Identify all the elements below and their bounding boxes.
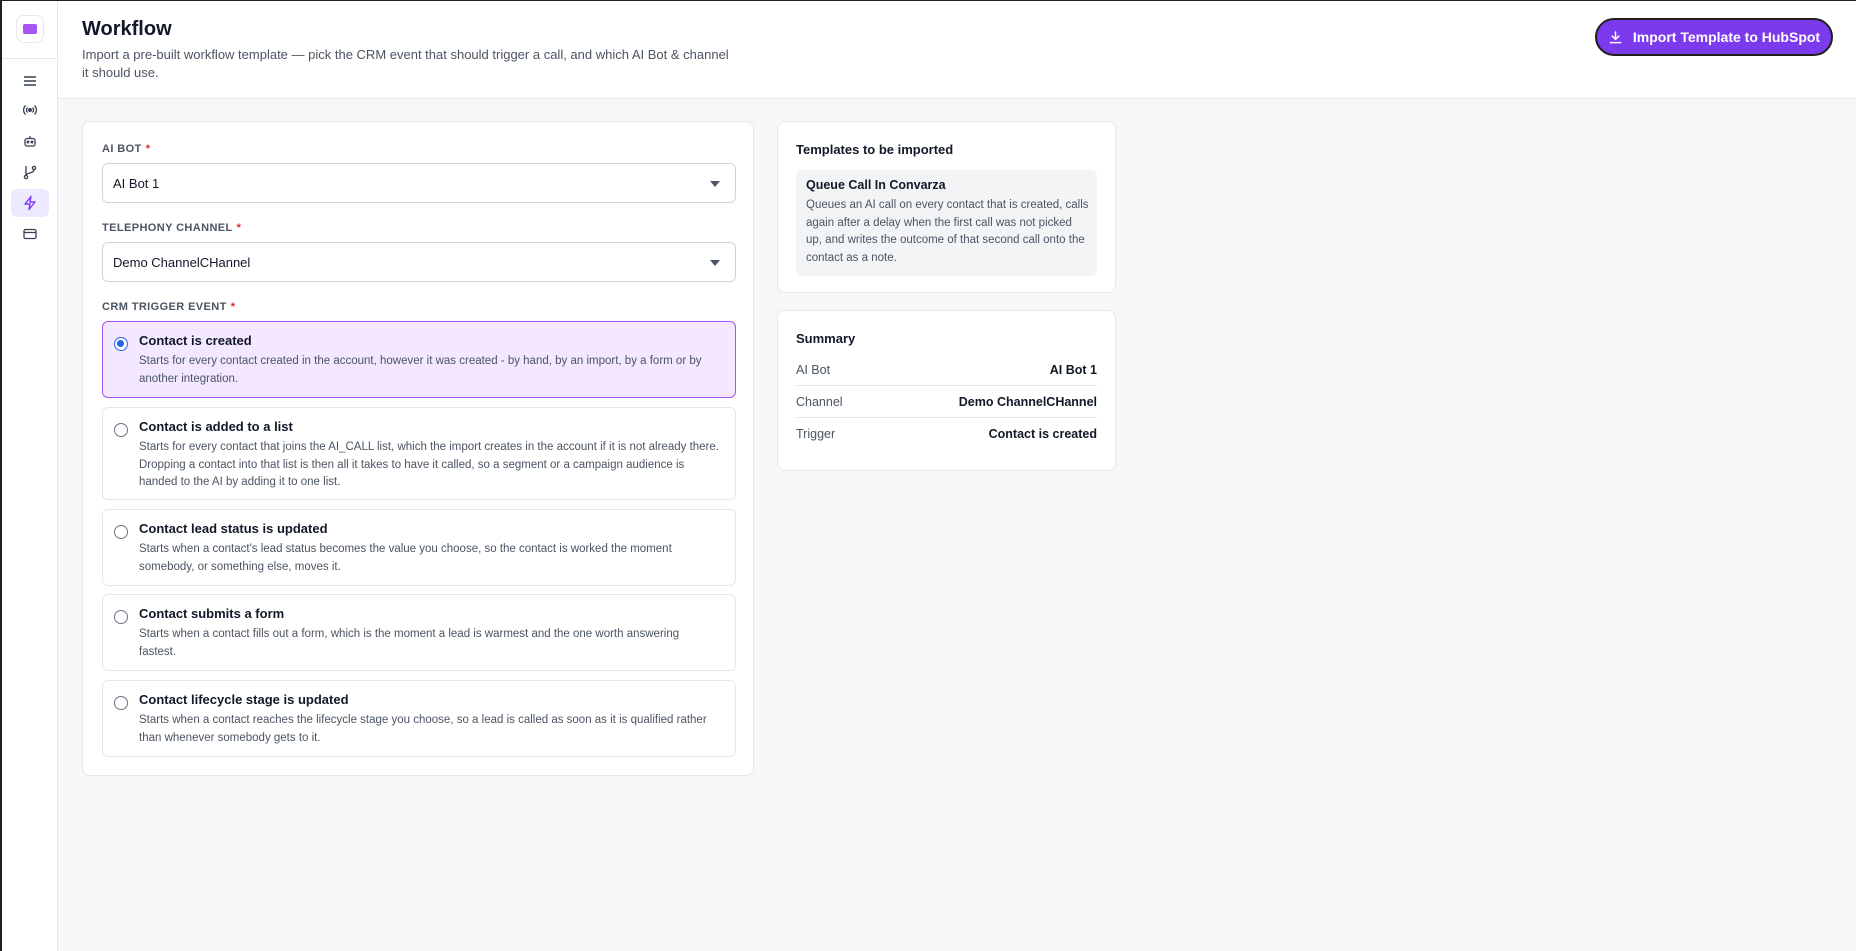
radio-button[interactable] xyxy=(114,337,128,351)
option-title: Contact submits a form xyxy=(139,606,285,621)
import-button-label: Import Template to HubSpot xyxy=(1632,29,1821,45)
radio-button[interactable] xyxy=(114,610,128,624)
sidebar-item-menu[interactable] xyxy=(11,67,49,95)
summary-value: AI Bot 1 xyxy=(1049,362,1097,377)
option-description: Starts for every contact created in the … xyxy=(139,355,702,385)
required-marker: * xyxy=(236,222,242,234)
ai-bot-select[interactable]: AI Bot 1 xyxy=(102,163,736,203)
radio-button[interactable] xyxy=(114,525,128,539)
page-header: Workflow Import a pre-built workflow tem… xyxy=(58,1,1856,99)
summary-value: Contact is created xyxy=(988,427,1097,441)
trigger-option-contact-created[interactable]: Contact is created Starts for every cont… xyxy=(102,321,736,398)
telephony-channel-label: TELEPHONY CHANNEL * xyxy=(102,222,241,234)
summary-value: Demo ChannelCHannel xyxy=(958,394,1097,409)
templates-title: Templates to be imported xyxy=(796,142,954,157)
lightning-icon xyxy=(24,195,36,211)
sidebar-item-flows[interactable] xyxy=(11,158,49,186)
required-marker: * xyxy=(230,301,236,313)
sidebar-item-billing[interactable] xyxy=(11,220,49,248)
template-item: Queue Call In Convarza Queues an AI call… xyxy=(796,170,1097,276)
sidebar-item-workflow[interactable] xyxy=(11,189,49,217)
summary-key: Trigger xyxy=(796,427,836,441)
workflow-form-card: AI BOT * AI Bot 1 TELEPHONY CHANNEL * Demo… xyxy=(82,121,754,776)
radio-button[interactable] xyxy=(114,696,128,710)
credit-card-icon xyxy=(23,228,37,240)
ai-bot-label: AI BOT * xyxy=(102,143,150,155)
option-description: Starts for every contact that joins the … xyxy=(139,441,719,488)
summary-row-trigger: Trigger Contact is created xyxy=(796,418,1097,450)
summary-key: AI Bot xyxy=(796,362,831,377)
bot-icon xyxy=(24,136,36,147)
page-title: Workflow xyxy=(82,18,172,40)
chevron-down-icon xyxy=(710,260,720,266)
ai-bot-select-value: AI Bot 1 xyxy=(113,175,160,191)
template-description: Queues an AI call on every contact that … xyxy=(806,199,1089,264)
trigger-option-submits-form[interactable]: Contact submits a form Starts when a con… xyxy=(102,594,736,671)
summary-card: Summary AI Bot AI Bot 1 Channel Demo Cha… xyxy=(777,310,1116,471)
app-logo[interactable] xyxy=(16,15,44,43)
trigger-option-added-to-list[interactable]: Contact is added to a list Starts for ev… xyxy=(102,407,736,500)
option-description: Starts when a contact reaches the lifecy… xyxy=(139,714,707,744)
crm-trigger-label: CRM TRIGGER EVENT * xyxy=(102,301,235,313)
import-template-button[interactable]: Import Template to HubSpot xyxy=(1595,18,1833,56)
option-title: Contact is added to a list xyxy=(139,419,293,434)
radio-button[interactable] xyxy=(114,423,128,437)
crm-trigger-label-text: CRM TRIGGER EVENT xyxy=(102,301,227,313)
option-title: Contact lifecycle stage is updated xyxy=(139,692,349,707)
template-name: Queue Call In Convarza xyxy=(806,178,946,192)
option-description: Starts when a contact's lead status beco… xyxy=(139,543,672,573)
summary-title: Summary xyxy=(796,331,856,346)
sidebar-item-bots[interactable] xyxy=(11,127,49,155)
download-icon xyxy=(1609,30,1622,43)
summary-row-channel: Channel Demo ChannelCHannel xyxy=(796,386,1097,418)
broadcast-icon xyxy=(23,105,37,115)
required-marker: * xyxy=(145,143,151,155)
sidebar-item-channels[interactable] xyxy=(11,96,49,124)
sidebar xyxy=(2,1,58,951)
chevron-down-icon xyxy=(710,181,720,187)
ai-bot-label-text: AI BOT xyxy=(102,143,142,155)
git-branch-icon xyxy=(23,165,37,180)
telephony-channel-label-text: TELEPHONY CHANNEL xyxy=(102,222,233,234)
trigger-option-lifecycle-stage[interactable]: Contact lifecycle stage is updated Start… xyxy=(102,680,736,757)
page-subtitle: Import a pre-built workflow template — p… xyxy=(82,47,729,80)
summary-key: Channel xyxy=(796,394,843,409)
sidebar-divider xyxy=(2,58,58,59)
telephony-channel-select[interactable]: Demo ChannelCHannel xyxy=(102,242,736,282)
trigger-option-lead-status[interactable]: Contact lead status is updated Starts wh… xyxy=(102,509,736,586)
templates-card: Templates to be imported Queue Call In C… xyxy=(777,121,1116,293)
option-title: Contact is created xyxy=(139,333,252,348)
logo-icon xyxy=(23,24,37,34)
option-title: Contact lead status is updated xyxy=(139,521,328,536)
telephony-channel-select-value: Demo ChannelCHannel xyxy=(113,254,251,270)
summary-row-ai-bot: AI Bot AI Bot 1 xyxy=(796,354,1097,386)
menu-icon xyxy=(24,76,36,86)
option-description: Starts when a contact fills out a form, … xyxy=(139,628,680,658)
